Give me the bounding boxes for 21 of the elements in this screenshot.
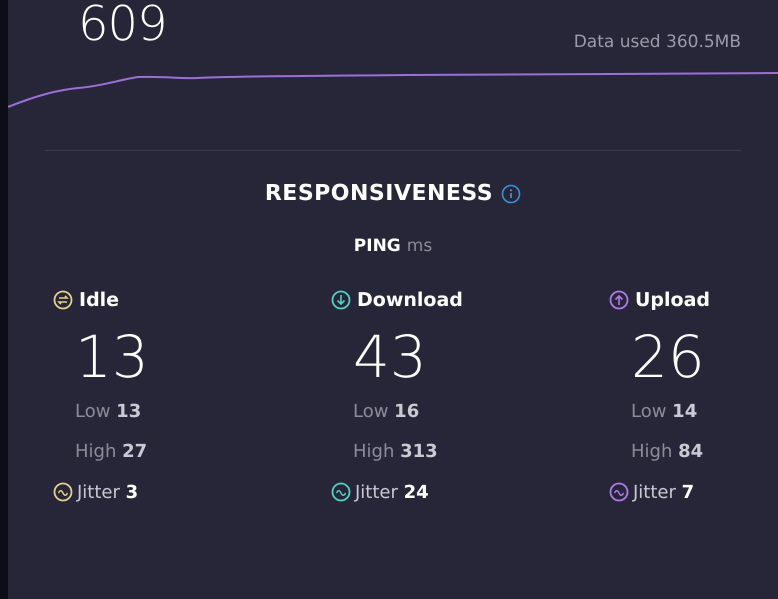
high-text: High 27 (75, 440, 148, 464)
high-text: High 313 (353, 440, 439, 464)
column-label: Download (357, 289, 463, 311)
info-icon[interactable] (501, 184, 522, 204)
data-used-text: Data used 360.5MB (574, 32, 741, 52)
section-title: RESPONSIVENESS (264, 181, 494, 206)
high-text: High 84 (631, 440, 704, 464)
low-text: Low 16 (353, 400, 420, 424)
ping-value: 43 (353, 328, 428, 392)
jitter-text: Jitter 24 (355, 482, 429, 502)
ping-label: PING (354, 236, 401, 256)
ping-value: 13 (75, 328, 150, 392)
speed-value: 609 (78, 0, 167, 48)
unit-label: ms (406, 236, 432, 256)
low-text: Low 14 (631, 400, 698, 424)
jitter-text: Jitter 3 (77, 482, 138, 502)
low-text: Low 13 (75, 400, 142, 424)
ping-value: 26 (631, 328, 706, 392)
jitter-text: Jitter 7 (633, 482, 694, 502)
column-label: Upload (635, 289, 710, 311)
column-label: Idle (79, 289, 120, 311)
